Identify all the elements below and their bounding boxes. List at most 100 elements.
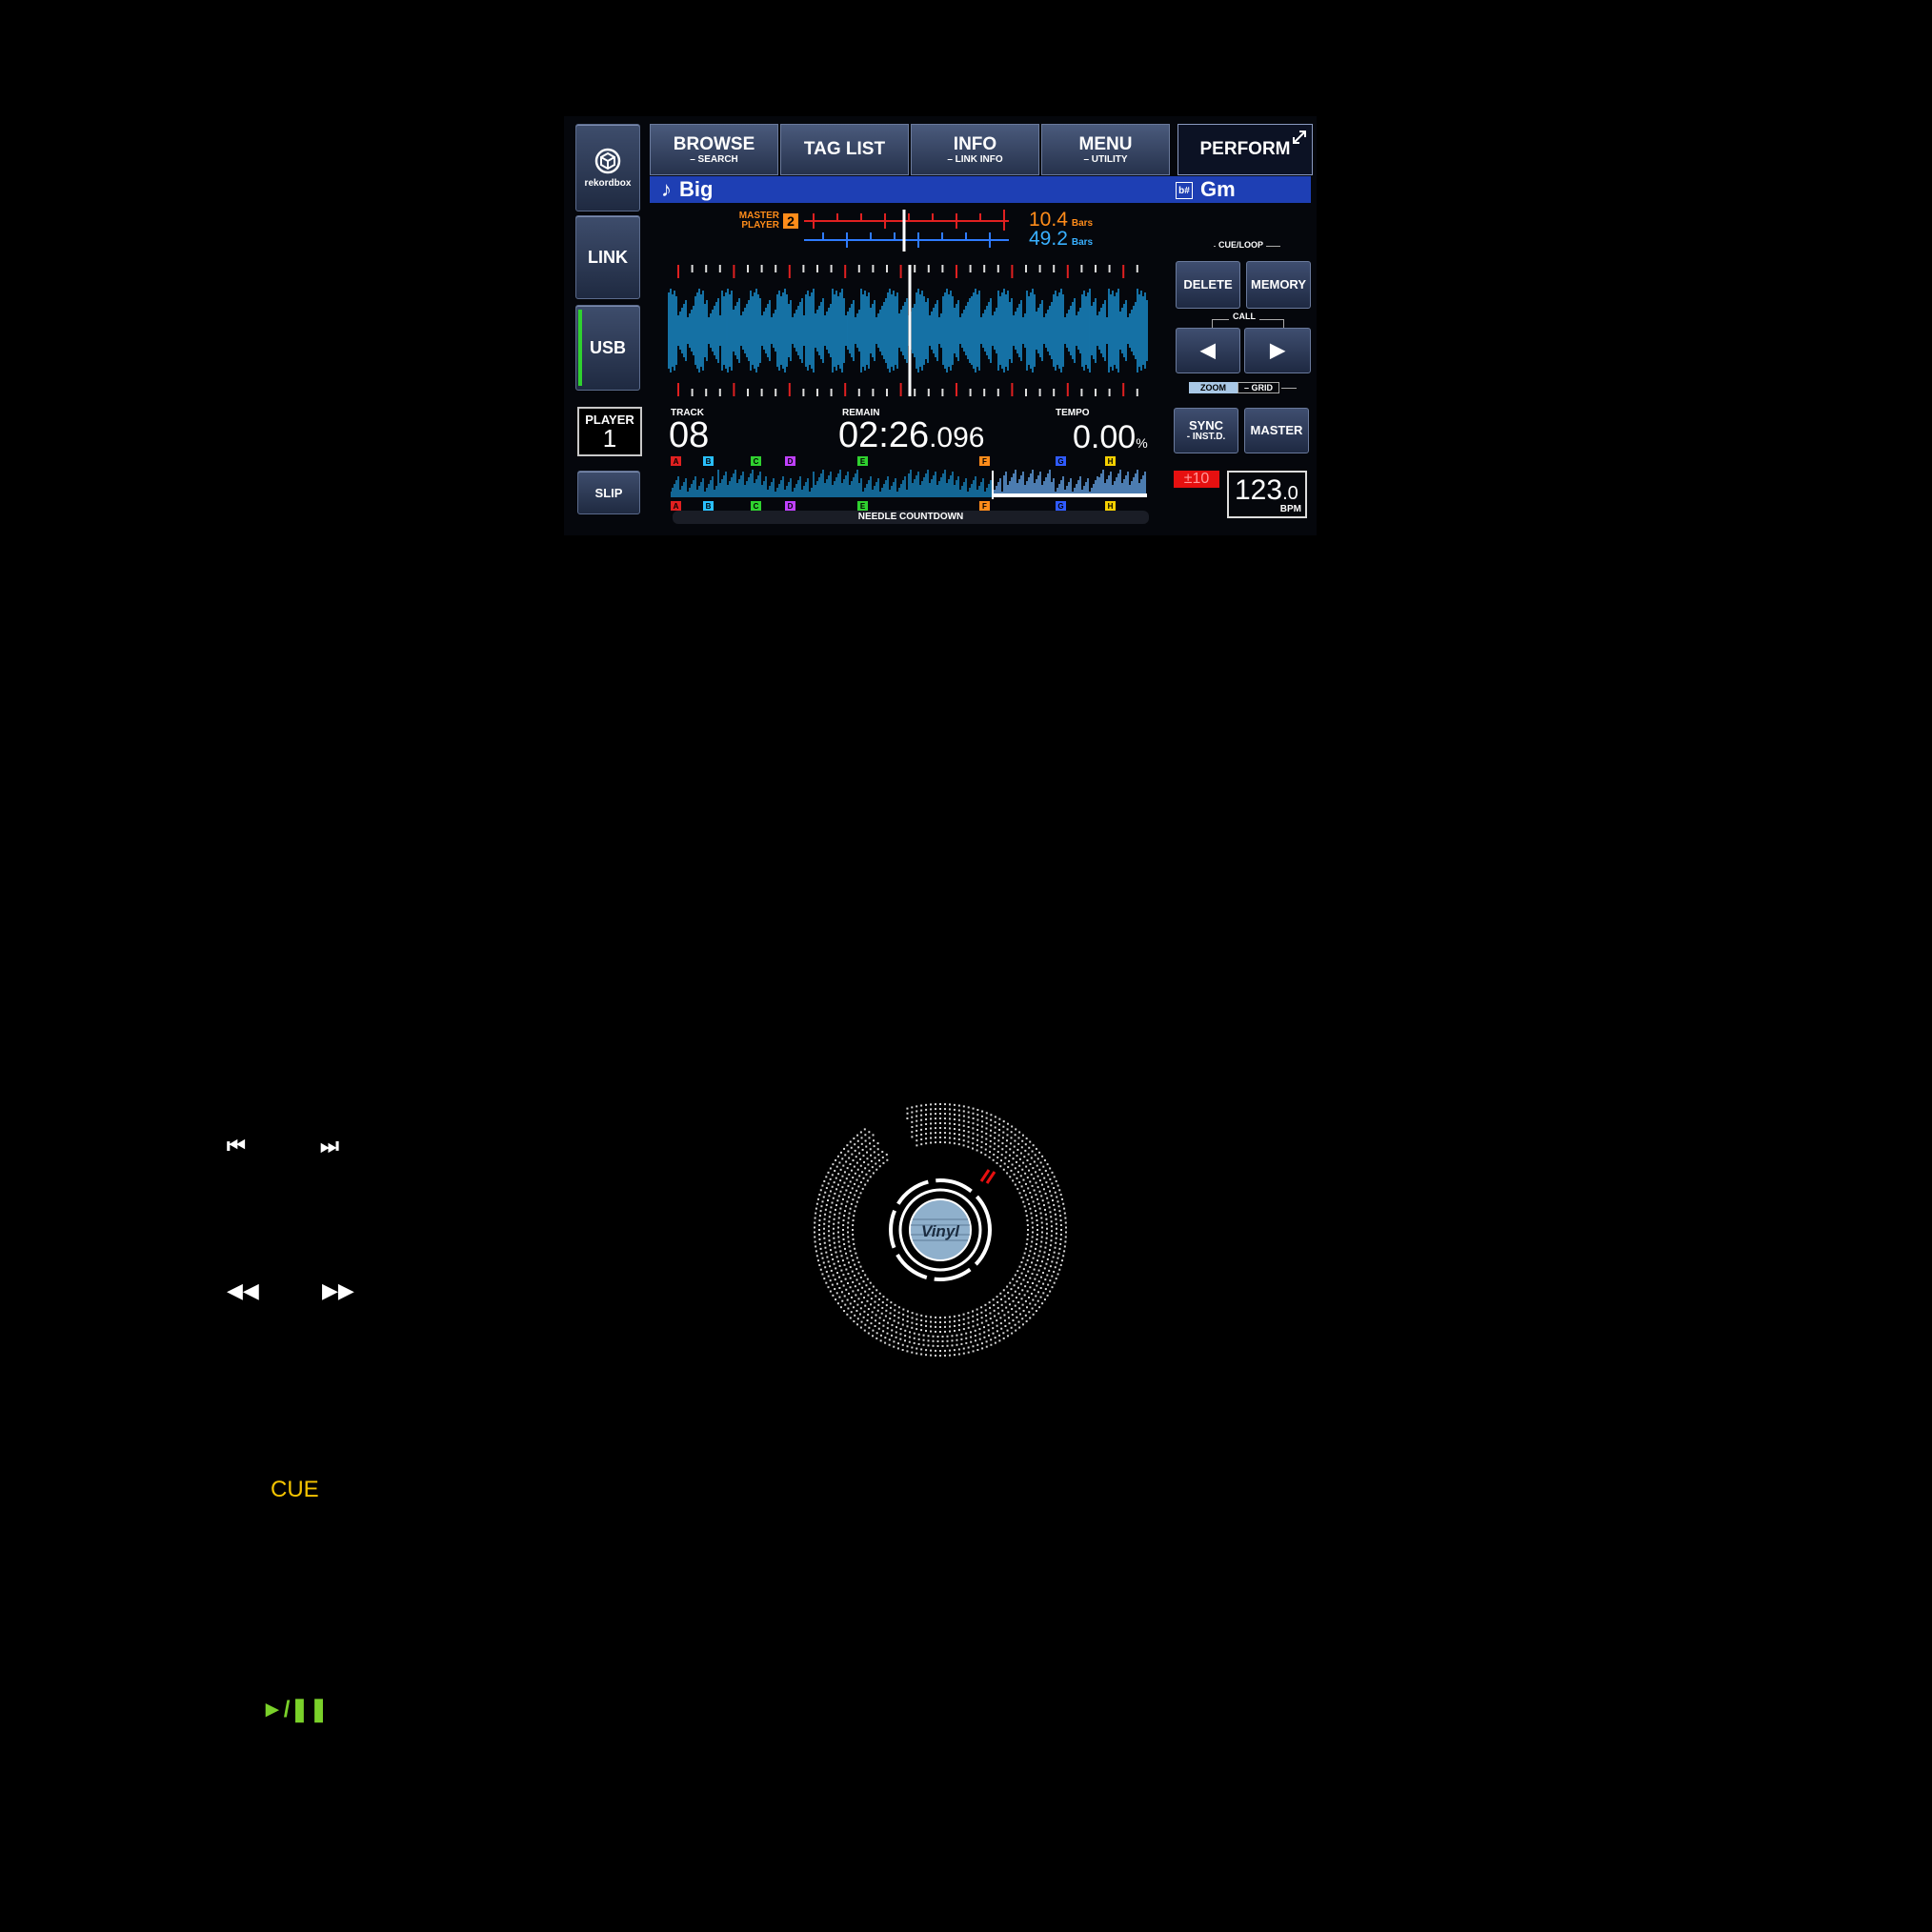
slip-button[interactable]: SLIP xyxy=(577,471,640,514)
jog-dot xyxy=(850,1296,853,1298)
usb-button[interactable]: USB xyxy=(575,305,640,391)
jog-dot xyxy=(972,1350,975,1353)
jog-dot xyxy=(1029,1207,1032,1210)
search-forward-button[interactable]: ▶▶ xyxy=(322,1278,354,1303)
jog-dot xyxy=(1016,1155,1018,1157)
jog-dot xyxy=(836,1155,839,1157)
memory-button[interactable]: MEMORY xyxy=(1246,261,1311,309)
jog-dot xyxy=(875,1319,877,1322)
search-rewind-button[interactable]: ◀◀ xyxy=(227,1278,259,1303)
jog-dot xyxy=(814,1236,816,1238)
perform-label: PERFORM xyxy=(1199,139,1291,159)
jog-dot xyxy=(889,1318,892,1320)
jog-dot xyxy=(1050,1225,1053,1228)
jog-dot xyxy=(847,1196,850,1198)
tempo-label: TEMPO xyxy=(1056,408,1090,418)
memory-label: MEMORY xyxy=(1250,277,1307,292)
track-next-button[interactable]: ⏭ xyxy=(320,1134,339,1158)
jog-dot xyxy=(1008,1322,1011,1325)
jog-dot xyxy=(962,1110,965,1113)
jog-dot xyxy=(1036,1157,1039,1160)
jog-dot xyxy=(886,1327,889,1330)
jog-dot xyxy=(984,1154,987,1157)
jog-dot xyxy=(852,1238,855,1240)
jog-dot xyxy=(1035,1242,1037,1245)
jog-dot xyxy=(842,1238,845,1240)
jog-dot xyxy=(845,1288,848,1291)
jog-dot xyxy=(1050,1230,1053,1233)
jog-dot xyxy=(835,1251,837,1254)
menu-button[interactable]: MENU – UTILITY xyxy=(1041,124,1170,175)
jog-dot xyxy=(846,1298,849,1301)
jog-dot xyxy=(920,1318,923,1321)
rekordbox-button[interactable]: rekordbox xyxy=(575,124,640,211)
jog-dot xyxy=(911,1317,914,1319)
call-prev-button[interactable]: ◀ xyxy=(1176,328,1240,373)
jog-dot xyxy=(976,1144,978,1147)
jog-dot xyxy=(948,1117,951,1120)
jog-dot xyxy=(962,1124,965,1127)
jog-dot xyxy=(906,1310,909,1313)
tempo-range-badge[interactable]: ±10 xyxy=(1174,471,1219,488)
jog-dot xyxy=(1021,1139,1024,1142)
delete-button[interactable]: DELETE xyxy=(1176,261,1240,309)
jog-dot xyxy=(1006,1335,1009,1338)
jog-dot xyxy=(828,1230,831,1233)
jog-dot xyxy=(908,1340,911,1343)
jog-dot xyxy=(992,1298,995,1301)
remain-time: 02:26.096 xyxy=(838,415,985,455)
jog-dot xyxy=(819,1210,822,1213)
jog-dot xyxy=(976,1114,979,1117)
jog-dot xyxy=(1001,1309,1004,1312)
jog-dot xyxy=(1039,1161,1042,1164)
cue-button[interactable]: CUE xyxy=(271,1477,319,1503)
play-pause-button[interactable]: ►/❚❚ xyxy=(261,1696,329,1723)
zoom-grid-toggle[interactable]: ZOOM – GRID xyxy=(1189,382,1303,393)
jog-dot xyxy=(976,1138,979,1141)
jog-wheel-display[interactable]: Vinyl xyxy=(812,1101,1069,1358)
jog-dot xyxy=(920,1329,923,1332)
overview-waveform[interactable] xyxy=(671,465,1147,499)
jog-dot xyxy=(866,1299,869,1302)
jog-dot xyxy=(962,1318,965,1320)
jog-dot xyxy=(1053,1176,1056,1178)
jog-dot xyxy=(858,1313,861,1316)
jog-dot xyxy=(1044,1278,1047,1281)
jog-dot xyxy=(873,1151,875,1154)
jog-dot xyxy=(858,1175,861,1177)
track-prev-button[interactable]: ⏮ xyxy=(227,1134,246,1158)
jog-dot xyxy=(1055,1179,1057,1182)
jog-dot xyxy=(953,1133,956,1136)
jog-dot xyxy=(981,1120,984,1123)
jog-dot xyxy=(1051,1171,1054,1174)
jog-dot xyxy=(885,1304,888,1307)
jog-dot xyxy=(847,1226,850,1229)
jog-dot xyxy=(913,1341,916,1344)
jog-dot xyxy=(935,1349,937,1352)
jog-dot xyxy=(1029,1163,1032,1166)
perform-button[interactable]: PERFORM xyxy=(1177,124,1313,175)
jog-dot xyxy=(878,1317,881,1319)
hot-cue-g: G xyxy=(1056,501,1066,511)
info-button[interactable]: INFO – LINK INFO xyxy=(911,124,1039,175)
jog-dot xyxy=(1029,1180,1032,1183)
call-next-button[interactable]: ▶ xyxy=(1244,328,1311,373)
jog-dot xyxy=(853,1215,855,1218)
master-button[interactable]: MASTER xyxy=(1244,408,1309,453)
jog-dot xyxy=(1014,1323,1016,1326)
jog-dot xyxy=(849,1163,852,1166)
bars-blue: 49.2 Bars xyxy=(1029,228,1094,250)
jog-dot xyxy=(936,1335,939,1338)
jog-dot xyxy=(870,1159,873,1162)
jog-dot xyxy=(871,1166,874,1169)
sync-button[interactable]: SYNC - INST.D. xyxy=(1174,408,1238,453)
taglist-button[interactable]: TAG LIST xyxy=(780,124,909,175)
browse-button[interactable]: BROWSE – SEARCH xyxy=(650,124,778,175)
jog-dot xyxy=(848,1292,851,1295)
jog-dot xyxy=(1015,1297,1017,1299)
zoomed-waveform[interactable] xyxy=(667,265,1153,396)
link-button[interactable]: LINK xyxy=(575,215,640,299)
jog-dot xyxy=(994,1137,996,1139)
jog-dot xyxy=(1005,1139,1008,1142)
info-label: INFO xyxy=(953,133,997,154)
